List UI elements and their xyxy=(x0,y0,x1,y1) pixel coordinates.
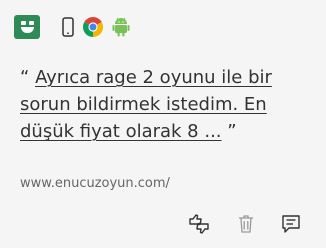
source-url: www.enucuzoyun.com/ xyxy=(20,176,170,191)
card-header xyxy=(14,15,130,39)
review-quote: “ Ayrıca rage 2 oyunu ile bir sorun bild… xyxy=(20,64,316,145)
feedback-card: “ Ayrıca rage 2 oyunu ile bir sorun bild… xyxy=(0,0,326,248)
platform-icons xyxy=(62,17,130,37)
card-actions xyxy=(187,213,303,235)
close-quote-mark: ” xyxy=(227,121,237,142)
smiley-logo-icon xyxy=(14,15,40,39)
thumbs-up-down-icon[interactable] xyxy=(187,213,211,235)
open-quote-mark: “ xyxy=(20,67,30,88)
chrome-icon xyxy=(83,17,103,37)
trash-icon[interactable] xyxy=(234,213,258,235)
comment-icon[interactable] xyxy=(279,213,303,235)
android-icon xyxy=(112,17,130,37)
mobile-phone-icon xyxy=(62,17,74,37)
